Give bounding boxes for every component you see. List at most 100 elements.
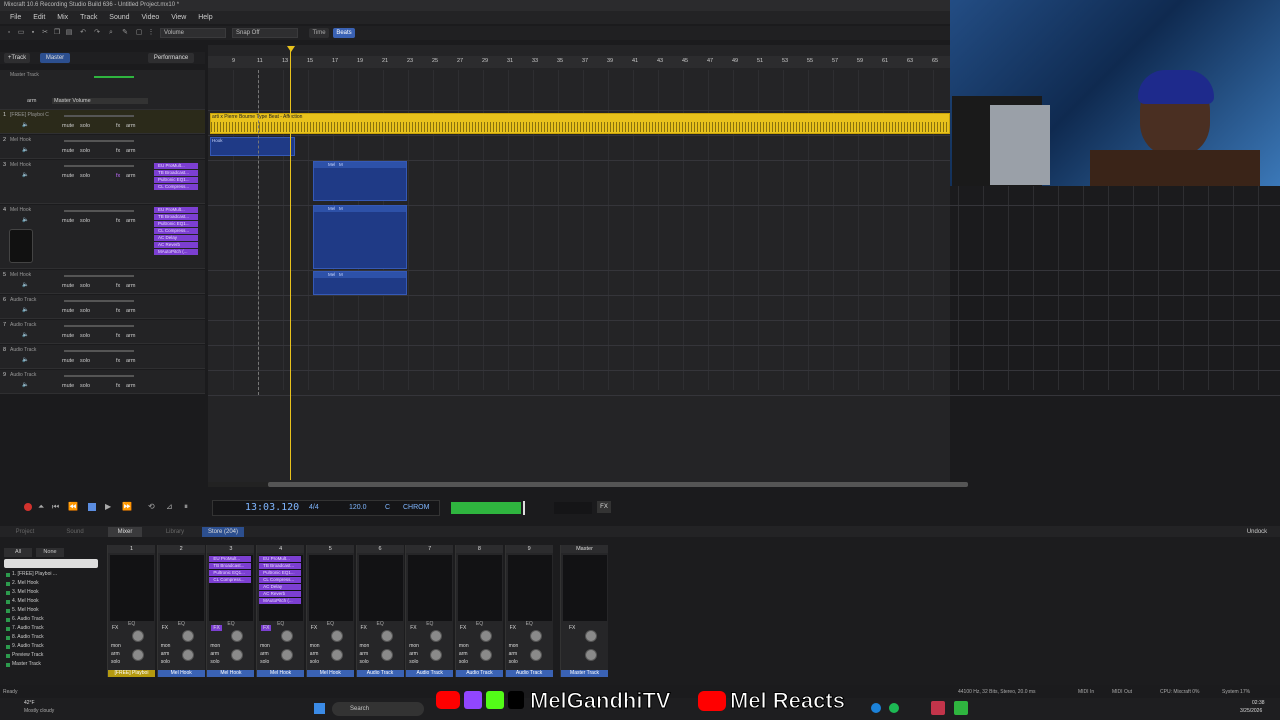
key-display[interactable]: C (385, 504, 390, 511)
track-header[interactable]: [FREE] Playboi C 1 🔈 mute solo fx arm (0, 110, 205, 134)
solo-button[interactable]: solo (80, 173, 90, 179)
monitor-button[interactable]: mon (161, 643, 171, 649)
track-name[interactable]: Mel Hook (10, 272, 31, 278)
rewind-to-start-icon[interactable]: ⏮ (52, 502, 59, 512)
speaker-monitor-icon[interactable] (9, 229, 33, 263)
master-volume-select[interactable]: Master Volume (52, 98, 148, 104)
mixcraft-icon[interactable] (954, 701, 968, 715)
master-button[interactable]: Master (40, 53, 70, 63)
add-track-button[interactable]: +Track (4, 53, 30, 63)
track-name[interactable]: Audio Track (10, 322, 36, 328)
arm-button[interactable]: arm (409, 651, 418, 657)
strip-plugin-slot[interactable]: AC Reverb (259, 591, 302, 597)
track-name[interactable]: Master Track (10, 72, 39, 78)
pan-knob[interactable] (529, 630, 542, 642)
pan-knob[interactable] (585, 630, 597, 642)
strip-plugin-slot[interactable]: Pultronic EQ1... (209, 570, 252, 576)
stop-icon[interactable] (88, 503, 96, 511)
menu-view[interactable]: View (171, 11, 186, 24)
solo-button[interactable]: solo (80, 148, 90, 154)
track-name[interactable]: Audio Track (10, 347, 36, 353)
tab-sound[interactable]: Sound (58, 527, 92, 537)
fx-rack-area[interactable] (159, 555, 204, 621)
pencil-icon[interactable]: ✎ (120, 28, 130, 38)
master-track-header[interactable]: Master Track arm Master Volume (0, 70, 205, 110)
save-icon[interactable]: ▪ (28, 28, 38, 38)
strip-plugin-slot[interactable]: CL Compress... (209, 577, 252, 583)
play-icon[interactable]: ▶ (105, 502, 111, 511)
app-icon[interactable] (931, 701, 945, 715)
volume-fader[interactable] (64, 300, 134, 302)
tab-library[interactable]: Library (158, 527, 192, 537)
master-fx-button[interactable]: FX (597, 501, 611, 513)
mixer-list-item[interactable]: 7. Audio Track (4, 624, 100, 633)
mixer-channel-strip[interactable]: 7 FX EQ mon arm solo Audio Track (405, 545, 454, 677)
speaker-icon[interactable]: 🔈 (22, 122, 29, 128)
solo-button[interactable]: solo (80, 358, 90, 364)
fx-button[interactable]: fx (116, 283, 120, 289)
tab-store[interactable]: Store (204) (202, 527, 244, 537)
pan-knob[interactable] (132, 630, 144, 642)
volume-knob[interactable] (529, 649, 542, 661)
arm-button[interactable]: arm (27, 98, 36, 104)
strip-fx-button[interactable]: FX (112, 625, 118, 631)
track-name[interactable]: Mel Hook (10, 137, 31, 143)
strip-plugin-slot[interactable]: TB Broadcast... (209, 563, 252, 569)
mixer-channel-strip[interactable]: 2 FX EQ mon arm solo Mel Hook (156, 545, 205, 677)
fx-rack-area[interactable] (507, 555, 552, 621)
arm-button[interactable]: arm (126, 308, 135, 314)
volume-fader[interactable] (64, 350, 134, 352)
solo-button[interactable]: solo (161, 659, 170, 665)
volume-fader[interactable] (64, 375, 134, 377)
speaker-icon[interactable]: 🔈 (22, 357, 29, 363)
mute-button[interactable]: mute (62, 173, 74, 179)
strip-plugin-slot[interactable]: AC Delay (259, 584, 302, 590)
volume-knob[interactable] (281, 649, 294, 661)
select-icon[interactable]: ▢ (134, 28, 144, 38)
track-header[interactable]: Audio Track 8 🔈 mute solo fx arm (0, 345, 205, 369)
strip-fx-button[interactable]: FX (162, 625, 168, 631)
time-display[interactable]: 13:03.120 (245, 502, 299, 513)
monitor-button[interactable]: mon (210, 643, 220, 649)
fx-rack-area[interactable] (308, 555, 353, 621)
track-header[interactable]: Mel Hook 5 🔈 mute solo fx arm (0, 270, 205, 294)
arm-button[interactable]: arm (126, 218, 135, 224)
arm-button[interactable]: arm (509, 651, 518, 657)
metronome-icon[interactable]: ⏶ (38, 502, 44, 512)
track-header[interactable]: Mel Hook 2 🔈 mute solo fx arm (0, 135, 205, 159)
pause-icon[interactable]: ⏸ (184, 502, 188, 512)
track-name[interactable]: Audio Track (10, 372, 36, 378)
plugin-slot[interactable]: MAutoPitch (... (154, 249, 198, 255)
volume-knob[interactable] (380, 649, 393, 661)
fx-button[interactable]: fx (116, 333, 120, 339)
speaker-icon[interactable]: 🔈 (22, 172, 29, 178)
performance-button[interactable]: Performance (148, 53, 194, 63)
playhead[interactable] (290, 47, 291, 480)
mixer-list-item[interactable]: Preview Track (4, 651, 100, 660)
mute-button[interactable]: mute (62, 218, 74, 224)
solo-button[interactable]: solo (360, 659, 369, 665)
taskbar-search[interactable]: Search (332, 702, 424, 716)
mel-clip-track3[interactable]: Mel M (313, 161, 407, 201)
track-name[interactable]: Mel Hook (10, 162, 31, 168)
track-name[interactable]: Audio Track (10, 297, 36, 303)
solo-button[interactable]: solo (210, 659, 219, 665)
time-toggle[interactable]: Time (309, 28, 329, 38)
solo-button[interactable]: solo (80, 383, 90, 389)
punch-icon[interactable]: ⊿ (166, 502, 173, 511)
strip-plugin-slot[interactable]: CL Compress... (259, 577, 302, 583)
fx-button[interactable]: fx (116, 173, 120, 179)
spotify-icon[interactable] (889, 703, 899, 713)
solo-button[interactable]: solo (111, 659, 120, 665)
master-volume-fader[interactable] (94, 76, 134, 78)
solo-button[interactable]: solo (80, 308, 90, 314)
arm-button[interactable]: arm (126, 123, 135, 129)
plugin-slot[interactable]: TB Broadcast... (154, 170, 198, 176)
beat-clip[interactable]: arti x Pierre Bourne Type Beat - Affecti… (210, 113, 950, 134)
redo-icon[interactable]: ↷ (92, 28, 102, 38)
strip-fx-button[interactable]: FX (460, 625, 466, 631)
plugin-slot[interactable]: EU ProMult... (154, 207, 198, 213)
mute-button[interactable]: mute (62, 383, 74, 389)
mixer-channel-strip[interactable]: 8 FX EQ mon arm solo Audio Track (454, 545, 503, 677)
plugin-slot[interactable]: CL Compress... (154, 184, 198, 190)
